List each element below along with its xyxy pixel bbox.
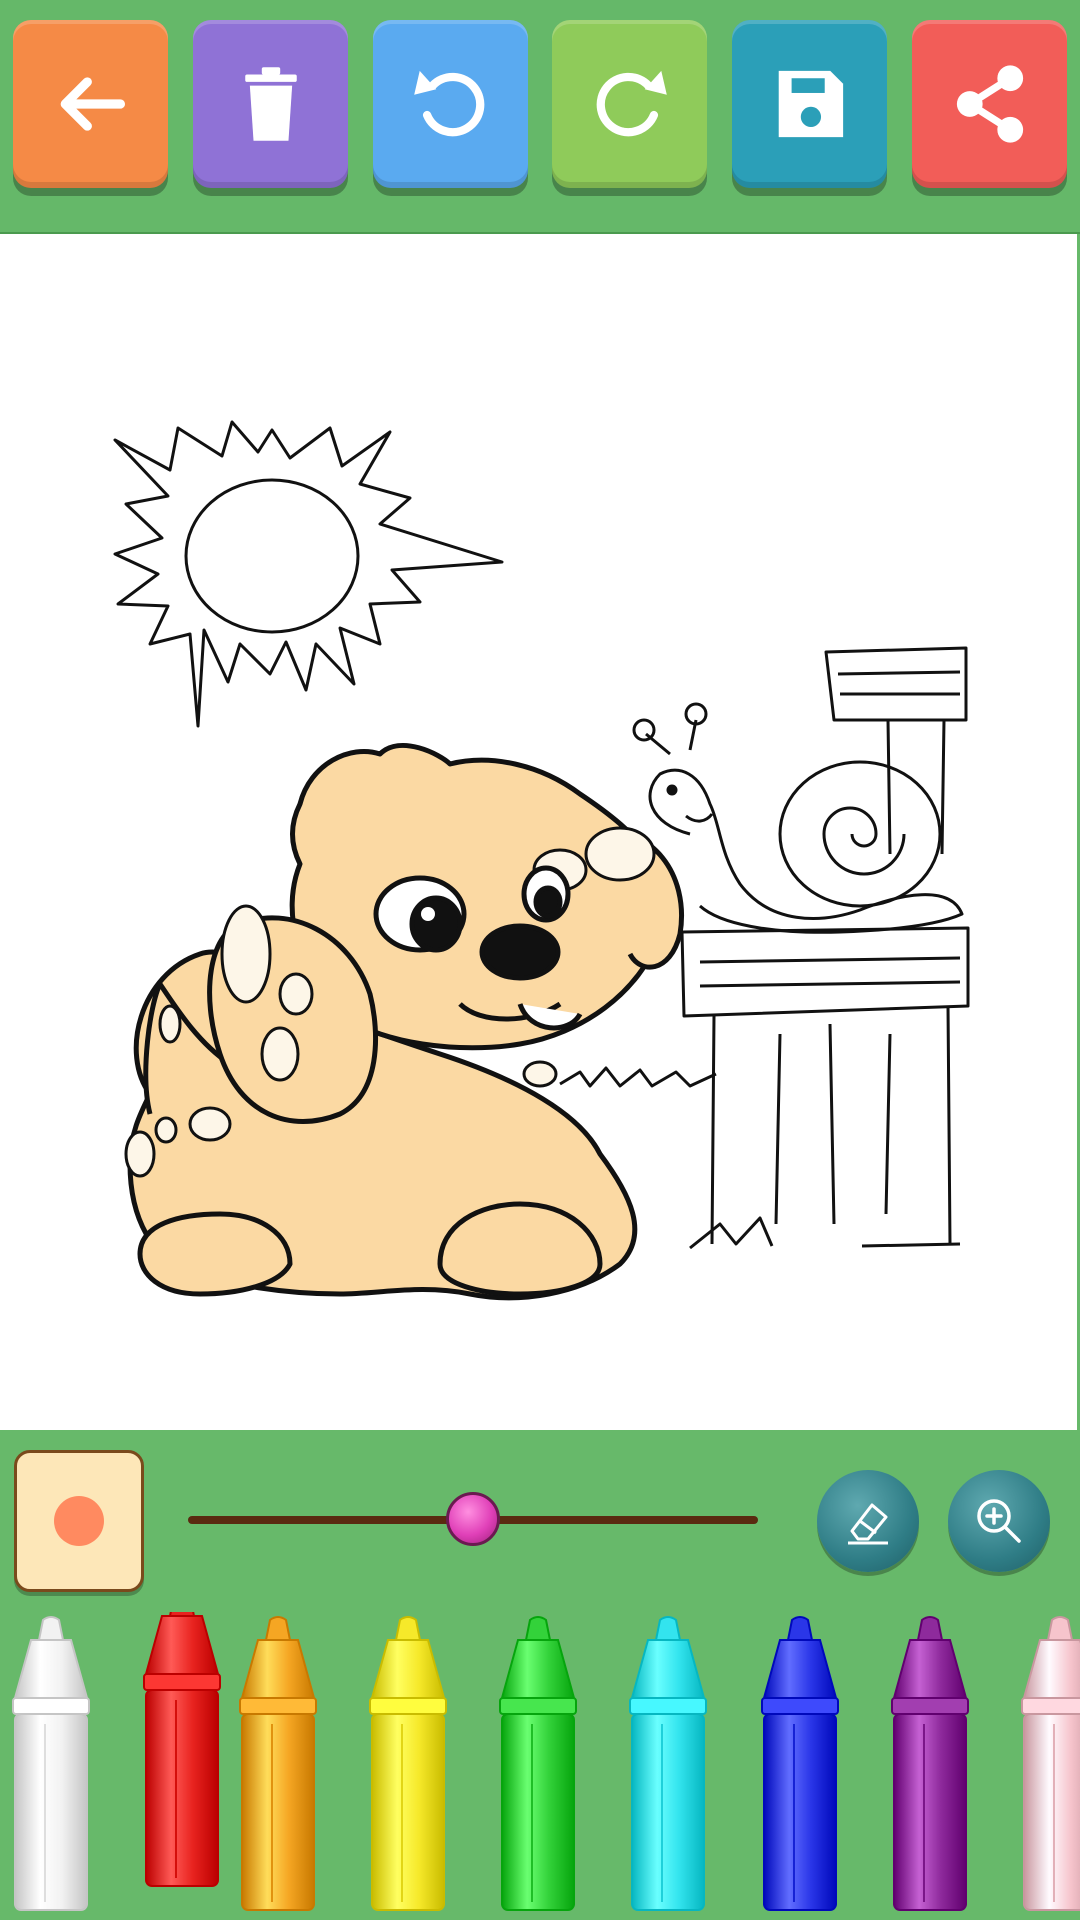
crayon-7[interactable] xyxy=(884,1614,976,1914)
redo-button[interactable] xyxy=(552,20,707,188)
share-icon xyxy=(956,65,1023,143)
snail-drawing xyxy=(632,702,964,934)
eraser-icon xyxy=(848,1503,888,1545)
crayon-0[interactable] xyxy=(5,1614,97,1914)
coloring-canvas[interactable] xyxy=(0,234,1077,1430)
redo-icon xyxy=(596,70,667,137)
coloring-page-image[interactable] xyxy=(0,234,1077,1430)
arrow-left-icon xyxy=(60,77,125,131)
brush-size-dot xyxy=(54,1496,104,1546)
clear-button[interactable] xyxy=(193,20,348,188)
brush-preview-button[interactable] xyxy=(14,1450,144,1592)
grass-drawing xyxy=(559,1066,717,1088)
wooden-post-drawing xyxy=(680,646,970,1250)
bottom-controls xyxy=(0,1432,1080,1920)
crayon-3[interactable] xyxy=(362,1614,454,1914)
share-button[interactable] xyxy=(912,20,1067,188)
crayon-6[interactable] xyxy=(754,1614,846,1914)
undo-button[interactable] xyxy=(373,20,528,188)
back-button[interactable] xyxy=(13,20,168,188)
undo-icon xyxy=(413,70,484,137)
slider-knob[interactable] xyxy=(446,1492,500,1546)
crayon-4[interactable] xyxy=(492,1614,584,1914)
zoom-button[interactable] xyxy=(948,1470,1050,1572)
zoom-in-icon xyxy=(977,1499,1021,1543)
puppy-drawing xyxy=(124,742,684,1301)
crayon-8[interactable] xyxy=(1014,1614,1080,1914)
sun-drawing xyxy=(113,420,504,728)
brush-size-slider[interactable] xyxy=(188,1490,758,1550)
save-button[interactable] xyxy=(732,20,887,188)
crayon-2[interactable] xyxy=(232,1614,324,1914)
top-toolbar xyxy=(0,0,1080,234)
crayon-palette xyxy=(0,1612,1080,1920)
floppy-disk-icon xyxy=(778,70,843,138)
trash-icon xyxy=(244,67,297,141)
crayon-5[interactable] xyxy=(622,1614,714,1914)
eraser-button[interactable] xyxy=(817,1470,919,1572)
crayon-1[interactable] xyxy=(136,1612,228,1890)
